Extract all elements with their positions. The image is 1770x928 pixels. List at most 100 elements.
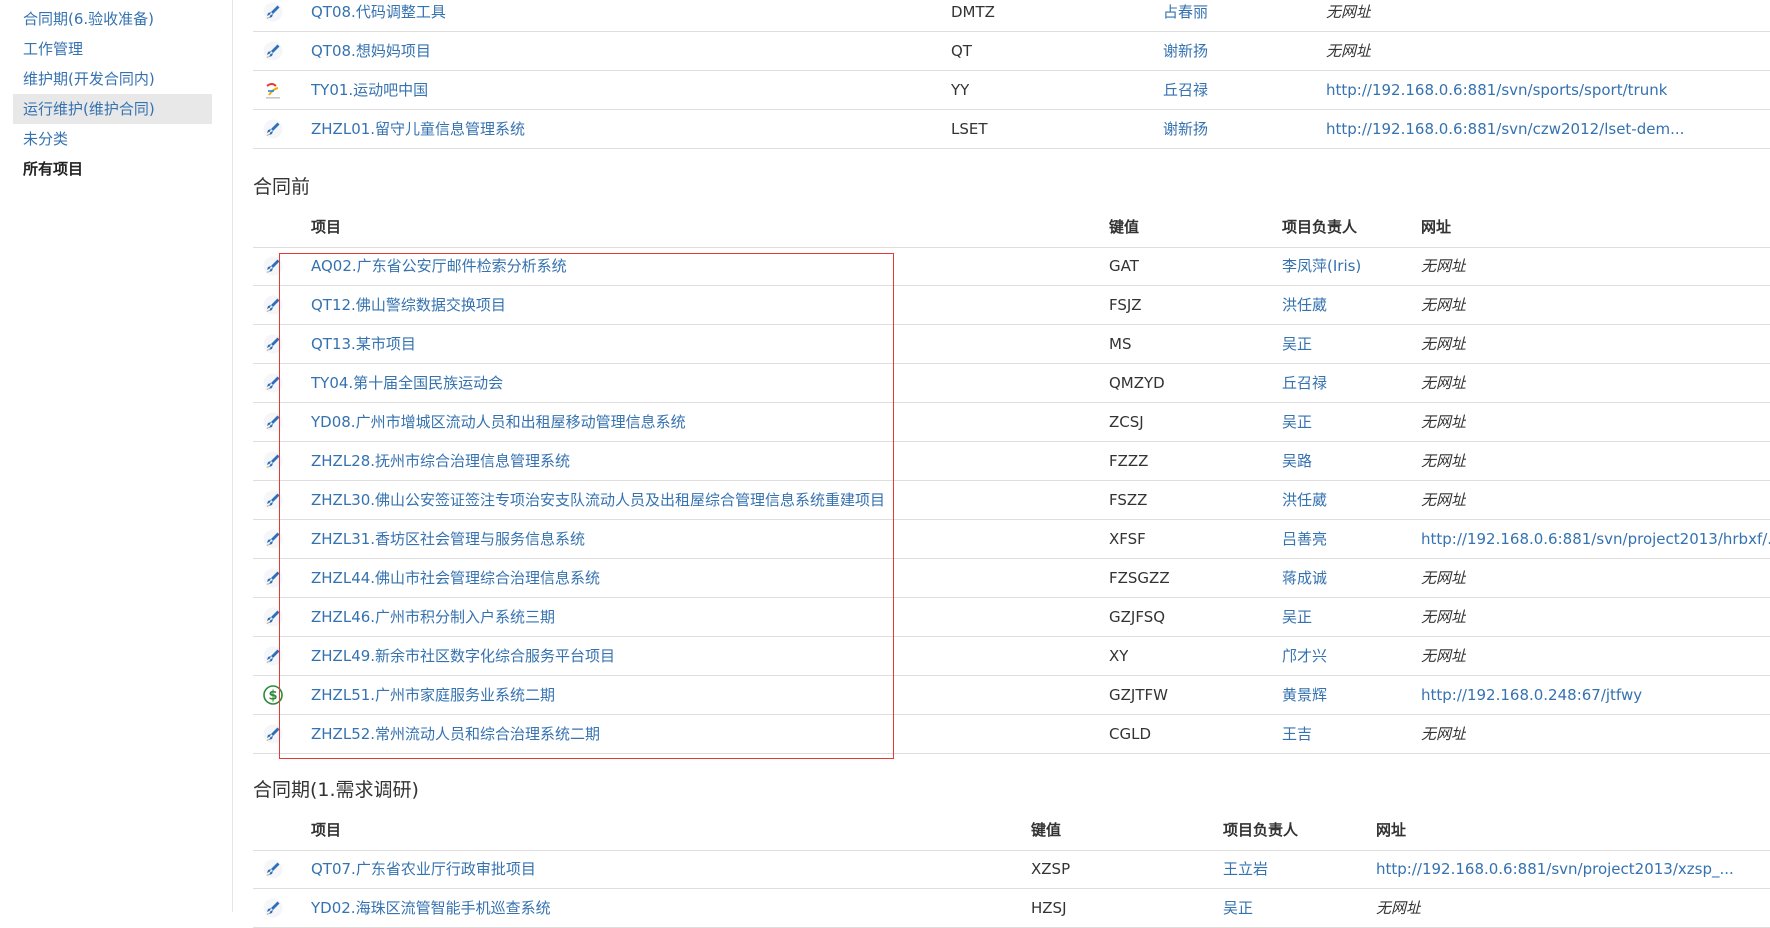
project-lead-link[interactable]: 谢新扬 [1163,32,1208,70]
header-lead: 项目负责人 [1282,218,1358,236]
project-link[interactable]: QT13.某市项目 [311,325,416,363]
table-row: QT13.某市项目 MS 吴正 无网址 [253,325,1770,364]
table-row: QT12.佛山警综数据交换项目 FSJZ 洪任葳 无网址 [253,286,1770,325]
sidebar-item-acceptance-prep[interactable]: 合同期(6.验收准备) [13,4,212,34]
sidebar: 合同期(6.验收准备) 工作管理 维护期(开发合同内) 运行维护(维护合同) 未… [0,0,233,912]
project-lead-link[interactable]: 李凤萍(Iris) [1282,247,1361,285]
project-link[interactable]: TY04.第十届全国民族运动会 [311,364,503,402]
table-row: $ ZHZL51.广州市家庭服务业系统二期 GZJTFW 黄景辉 http://192.… [253,676,1770,715]
project-lead-link[interactable]: 丘召禄 [1282,364,1327,402]
project-lead-link[interactable]: 吕善亮 [1282,520,1327,558]
project-link[interactable]: AQ02.广东省公安厅邮件检索分析系统 [311,247,567,285]
rocket-icon [263,898,283,918]
table-row: YD02.海珠区流管智能手机巡查系统 HZSJ 吴正 无网址 [253,889,1770,928]
project-key: GZJTFW [1109,686,1168,704]
rocket-icon [263,859,283,879]
no-url-text: 无网址 [1326,42,1372,60]
table-row: ZHZL30.佛山公安签证签注专项治安支队流动人员及出租屋综合管理信息系统重建项… [253,481,1770,520]
sidebar-item-uncategorized[interactable]: 未分类 [13,124,212,154]
rocket-icon [263,295,283,315]
table-row: TY04.第十届全国民族运动会 QMZYD 丘召禄 无网址 [253,364,1770,403]
project-link[interactable]: QT07.广东省农业厅行政审批项目 [311,850,536,888]
project-link[interactable]: TY01.运动吧中国 [311,71,428,109]
rocket-icon [263,451,283,471]
project-link[interactable]: ZHZL28.抚州市综合治理信息管理系统 [311,442,570,480]
no-url-text: 无网址 [1326,3,1372,21]
rocket-icon [263,373,283,393]
sidebar-item-all-projects[interactable]: 所有项目 [13,154,212,184]
project-lead-link[interactable]: 黄景辉 [1282,676,1327,714]
table-row: QT08.想妈妈项目 QT 谢新扬 无网址 [253,32,1770,71]
project-key: XY [1109,647,1129,665]
repository-url-link[interactable]: http://192.168.0.6:881/svn/project2013/h… [1421,520,1770,558]
project-key: FSJZ [1109,296,1142,314]
project-lead-link[interactable]: 洪任葳 [1282,481,1327,519]
repository-url-link[interactable]: http://192.168.0.6:881/svn/sports/sport/… [1326,71,1667,109]
project-lead-link[interactable]: 洪任葳 [1282,286,1327,324]
repository-url-link[interactable]: http://192.168.0.248:67/jtfwy [1421,676,1642,714]
table-row: ZHZL49.新余市社区数字化综合服务平台项目 XY 邝才兴 无网址 [253,637,1770,676]
project-link[interactable]: QT08.代码调整工具 [311,0,446,31]
no-url-text: 无网址 [1421,374,1467,392]
table-header: 项目 键值 项目负责人 网址 [253,208,1770,248]
project-link[interactable]: QT12.佛山警综数据交换项目 [311,286,506,324]
no-url-text: 无网址 [1421,569,1467,587]
project-link[interactable]: QT08.想妈妈项目 [311,32,431,70]
project-lead-link[interactable]: 吴正 [1282,403,1312,441]
project-lead-link[interactable]: 吴正 [1223,889,1253,927]
project-key: GAT [1109,257,1139,275]
project-lead-link[interactable]: 吴路 [1282,442,1312,480]
project-key: QT [951,42,972,60]
sidebar-item-maintenance-dev[interactable]: 维护期(开发合同内) [13,64,212,94]
svg-text:$: $ [268,689,277,704]
project-link[interactable]: YD02.海珠区流管智能手机巡查系统 [311,889,551,927]
project-link[interactable]: ZHZL52.常州流动人员和综合治理系统二期 [311,715,600,753]
project-link[interactable]: ZHZL31.香坊区社会管理与服务信息系统 [311,520,585,558]
project-link[interactable]: ZHZL30.佛山公安签证签注专项治安支队流动人员及出租屋综合管理信息系统重建项… [311,481,885,519]
no-url-text: 无网址 [1421,647,1467,665]
project-lead-link[interactable]: 王立岩 [1223,850,1268,888]
project-lead-link[interactable]: 占春丽 [1163,0,1208,31]
table-row: AQ02.广东省公安厅邮件检索分析系统 GAT 李凤萍(Iris) 无网址 [253,247,1770,286]
project-key: DMTZ [951,3,995,21]
project-lead-link[interactable]: 谢新扬 [1163,110,1208,148]
project-link[interactable]: ZHZL49.新余市社区数字化综合服务平台项目 [311,637,615,675]
project-key: CGLD [1109,725,1152,743]
project-lead-link[interactable]: 吴正 [1282,325,1312,363]
repository-url-link[interactable]: http://192.168.0.6:881/svn/czw2012/lset-… [1326,110,1684,148]
table-row: ZHZL28.抚州市综合治理信息管理系统 FZZZ 吴路 无网址 [253,442,1770,481]
table-row: ZHZL46.广州市积分制入户系统三期 GZJFSQ 吴正 无网址 [253,598,1770,637]
project-key: QMZYD [1109,374,1165,392]
sidebar-item-operations-maintenance[interactable]: 运行维护(维护合同) [13,94,212,124]
project-lead-link[interactable]: 蒋成诚 [1282,559,1327,597]
no-url-text: 无网址 [1421,335,1467,353]
project-link[interactable]: ZHZL51.广州市家庭服务业系统二期 [311,676,555,714]
no-url-text: 无网址 [1421,608,1467,626]
header-url: 网址 [1376,821,1407,839]
project-key: ZCSJ [1109,413,1144,431]
project-lead-link[interactable]: 吴正 [1282,598,1312,636]
sidebar-item-work-management[interactable]: 工作管理 [13,34,212,64]
project-lead-link[interactable]: 邝才兴 [1282,637,1327,675]
project-lead-link[interactable]: 王吉 [1282,715,1312,753]
project-key: YY [951,81,970,99]
dollar-icon: $ [263,685,283,705]
project-key: LSET [951,120,988,138]
repository-url-link[interactable]: http://192.168.0.6:881/svn/project2013/x… [1376,850,1734,888]
project-link[interactable]: YD08.广州市增城区流动人员和出租屋移动管理信息系统 [311,403,686,441]
header-url: 网址 [1421,218,1452,236]
header-lead: 项目负责人 [1223,821,1299,839]
no-url-text: 无网址 [1421,725,1467,743]
project-link[interactable]: ZHZL01.留守儿童信息管理系统 [311,110,525,148]
project-key: FSZZ [1109,491,1148,509]
project-key: GZJFSQ [1109,608,1166,626]
header-project: 项目 [311,218,342,236]
sports-logo-icon [263,80,283,100]
project-lead-link[interactable]: 丘召禄 [1163,71,1208,109]
project-key: XZSP [1031,860,1071,878]
rocket-icon [263,41,283,61]
rocket-icon [263,568,283,588]
project-link[interactable]: ZHZL46.广州市积分制入户系统三期 [311,598,555,636]
project-key: HZSJ [1031,899,1067,917]
project-link[interactable]: ZHZL44.佛山市社会管理综合治理信息系统 [311,559,600,597]
